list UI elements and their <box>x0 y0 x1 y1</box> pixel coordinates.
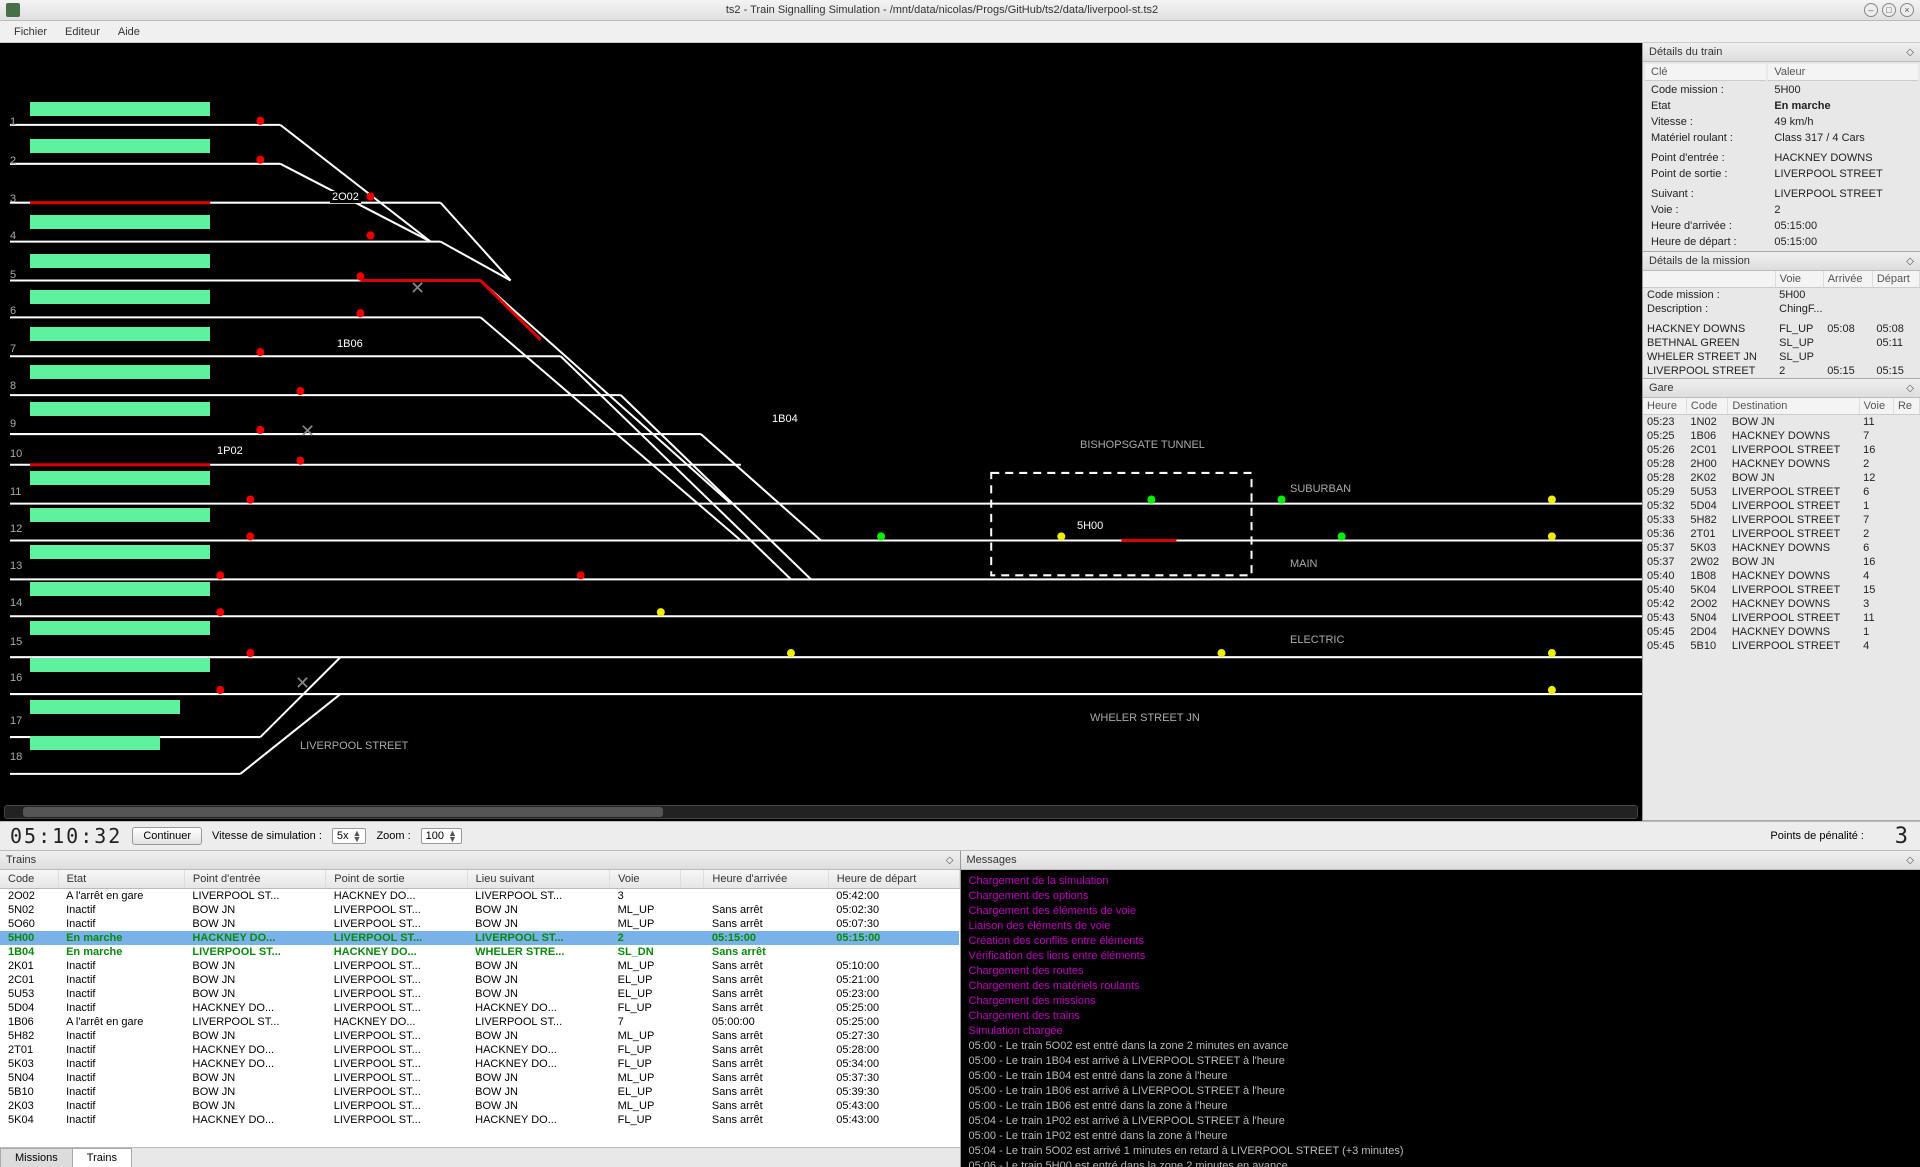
panel-title: Détails du train <box>1649 46 1722 58</box>
table-row[interactable]: 5K04InactifHACKNEY DO...LIVERPOOL ST...H… <box>0 1113 959 1127</box>
table-row[interactable]: 2T01InactifHACKNEY DO...LIVERPOOL ST...H… <box>0 1043 959 1057</box>
panel-title: Détails de la mission <box>1649 255 1750 267</box>
table-row[interactable]: 2O02A l'arrêt en gareLIVERPOOL ST...HACK… <box>0 889 959 904</box>
maximize-icon[interactable]: □ <box>1882 3 1896 17</box>
minimize-icon[interactable]: – <box>1864 3 1878 17</box>
train-code[interactable]: 1B06 <box>335 338 365 350</box>
table-row[interactable]: 2K03InactifBOW JNLIVERPOOL ST...BOW JNML… <box>0 1099 959 1113</box>
list-item[interactable]: 05:401B08HACKNEY DOWNS4 <box>1643 569 1920 583</box>
collapse-icon[interactable]: ◇ <box>946 855 954 866</box>
list-item[interactable]: 05:362T01LIVERPOOL STREET2 <box>1643 527 1920 541</box>
continue-button[interactable]: Continuer <box>132 827 202 845</box>
col-key: Clé <box>1645 64 1766 81</box>
collapse-icon[interactable]: ◇ <box>1906 47 1914 58</box>
list-item[interactable]: 05:372W02BOW JN16 <box>1643 555 1920 569</box>
window-titlebar: ts2 - Train Signalling Simulation - /mnt… <box>0 0 1920 21</box>
list-item[interactable]: 05:325D04LIVERPOOL STREET1 <box>1643 499 1920 513</box>
menu-help[interactable]: Aide <box>110 24 148 40</box>
close-icon[interactable]: × <box>1900 3 1914 17</box>
window-title: ts2 - Train Signalling Simulation - /mnt… <box>20 4 1864 16</box>
table-row[interactable]: 1B04En marcheLIVERPOOL ST...HACKNEY DO..… <box>0 945 959 959</box>
zoom-label: Zoom : <box>376 830 410 842</box>
app-icon <box>6 3 20 17</box>
sim-clock: 05:10:32 <box>10 824 122 848</box>
table-row[interactable]: 5O60InactifBOW JNLIVERPOOL ST...BOW JNML… <box>0 917 959 931</box>
table-row[interactable]: 5N02InactifBOW JNLIVERPOOL ST...BOW JNML… <box>0 903 959 917</box>
penalty-value: 3 <box>1874 824 1910 849</box>
list-item[interactable]: 05:295U53LIVERPOOL STREET6 <box>1643 485 1920 499</box>
table-row[interactable]: 2K01InactifBOW JNLIVERPOOL ST...BOW JNML… <box>0 959 959 973</box>
col-value: Valeur <box>1768 64 1918 81</box>
table-row[interactable]: 1B06A l'arrêt en gareLIVERPOOL ST...HACK… <box>0 1015 959 1029</box>
track-diagram[interactable]: 12 34 56 78 910 1112 1314 1516 1718 BISH… <box>0 43 1642 821</box>
train-code[interactable]: 2O02 <box>330 191 361 203</box>
list-item[interactable]: 05:452D04HACKNEY DOWNS1 <box>1643 625 1920 639</box>
horizontal-scrollbar[interactable] <box>4 805 1638 819</box>
mission-details-panel: Détails de la mission◇ VoieArrivéeDépart… <box>1643 252 1920 379</box>
zoom-spinner[interactable]: 100▲▼ <box>421 828 462 844</box>
train-code[interactable]: 5H00 <box>1075 520 1105 532</box>
control-bar: 05:10:32 Continuer Vitesse de simulation… <box>0 821 1920 851</box>
sim-speed-spinner[interactable]: 5x▲▼ <box>332 828 367 844</box>
label-main: MAIN <box>1290 558 1318 570</box>
table-row[interactable]: 5B10InactifBOW JNLIVERPOOL ST...BOW JNEL… <box>0 1085 959 1099</box>
collapse-icon[interactable]: ◇ <box>1906 855 1914 866</box>
panel-title: Gare <box>1649 382 1673 394</box>
panel-title: Trains <box>6 854 36 866</box>
table-row[interactable]: 5H00En marcheHACKNEY DO...LIVERPOOL ST..… <box>0 931 959 945</box>
train-details-panel: Détails du train◇ CléValeur Code mission… <box>1643 43 1920 252</box>
list-item[interactable]: 05:335H82LIVERPOOL STREET7 <box>1643 513 1920 527</box>
menubar: Fichier Editeur Aide <box>0 21 1920 43</box>
label-liverpool: LIVERPOOL STREET <box>300 740 408 752</box>
list-item[interactable]: 05:422O02HACKNEY DOWNS3 <box>1643 597 1920 611</box>
penalty-label: Points de pénalité : <box>1770 830 1864 842</box>
collapse-icon[interactable]: ◇ <box>1906 256 1914 267</box>
sim-speed-label: Vitesse de simulation : <box>212 830 322 842</box>
label-suburban: SUBURBAN <box>1290 483 1351 495</box>
list-item[interactable]: 05:435N04LIVERPOOL STREET11 <box>1643 611 1920 625</box>
train-code[interactable]: 1B04 <box>770 413 800 425</box>
table-row[interactable]: 5K03InactifHACKNEY DO...LIVERPOOL ST...H… <box>0 1057 959 1071</box>
label-wheler: WHELER STREET JN <box>1090 712 1200 724</box>
list-item[interactable]: 05:405K04LIVERPOOL STREET15 <box>1643 583 1920 597</box>
menu-file[interactable]: Fichier <box>6 24 55 40</box>
table-row[interactable]: 5D04InactifHACKNEY DO...LIVERPOOL ST...H… <box>0 1001 959 1015</box>
train-code[interactable]: 1P02 <box>215 445 245 457</box>
label-bishopsgate: BISHOPSGATE TUNNEL <box>1080 439 1205 451</box>
table-row[interactable]: 5H82InactifBOW JNLIVERPOOL ST...BOW JNML… <box>0 1029 959 1043</box>
list-item[interactable]: 05:282H00HACKNEY DOWNS2 <box>1643 457 1920 471</box>
list-item[interactable]: 05:251B06HACKNEY DOWNS7 <box>1643 429 1920 443</box>
station-panel: Gare◇ HeureCodeDestinationVoieRe05:231N0… <box>1643 379 1920 821</box>
trains-list-panel: Trains◇ CodeEtatPoint d'entréePoint de s… <box>0 851 961 1167</box>
panel-title: Messages <box>967 854 1017 866</box>
messages-log[interactable]: Chargement de la simulationChargement de… <box>961 870 1920 1167</box>
label-electric: ELECTRIC <box>1290 634 1344 646</box>
list-item[interactable]: 05:262C01LIVERPOOL STREET16 <box>1643 443 1920 457</box>
messages-panel: Messages ◇ Chargement de la simulationCha… <box>961 851 1920 1167</box>
list-item[interactable]: 05:375K03HACKNEY DOWNS6 <box>1643 541 1920 555</box>
table-row[interactable]: 5U53InactifBOW JNLIVERPOOL ST...BOW JNEL… <box>0 987 959 1001</box>
tab-trains[interactable]: Trains <box>72 1148 132 1167</box>
list-item[interactable]: 05:231N02BOW JN11 <box>1643 415 1920 430</box>
table-row[interactable]: 5N04InactifBOW JNLIVERPOOL ST...BOW JNML… <box>0 1071 959 1085</box>
list-item[interactable]: 05:282K02BOW JN12 <box>1643 471 1920 485</box>
tab-missions[interactable]: Missions <box>0 1148 73 1167</box>
menu-editor[interactable]: Editeur <box>57 24 108 40</box>
table-row[interactable]: 2C01InactifBOW JNLIVERPOOL ST...BOW JNEL… <box>0 973 959 987</box>
list-item[interactable]: 05:455B10LIVERPOOL STREET4 <box>1643 639 1920 653</box>
collapse-icon[interactable]: ◇ <box>1906 383 1914 394</box>
